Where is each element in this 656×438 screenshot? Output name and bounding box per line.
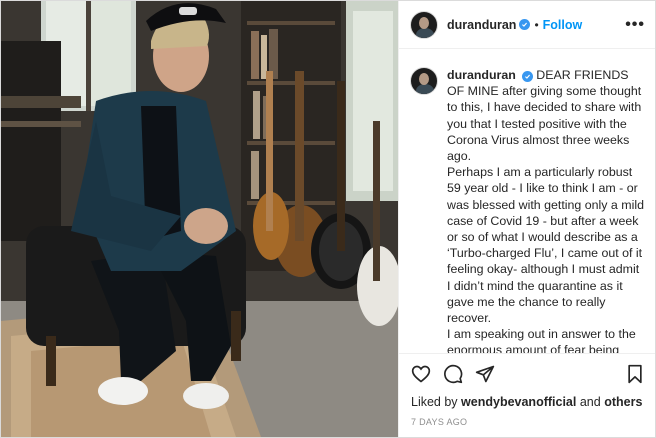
instagram-post: duranduran • Follow ••• duranduran DEAR … <box>0 0 656 438</box>
follow-button[interactable]: Follow <box>543 18 583 32</box>
heart-icon[interactable] <box>411 364 431 384</box>
post-timestamp[interactable]: 7 DAYS AGO <box>399 411 655 437</box>
share-icon[interactable] <box>475 364 495 384</box>
post-username[interactable]: duranduran <box>447 18 516 32</box>
caption-text: duranduran DEAR FRIENDS OF MINE after gi… <box>447 67 645 353</box>
separator-dot: • <box>534 17 539 32</box>
caption-row: duranduran DEAR FRIENDS OF MINE after gi… <box>410 67 645 353</box>
verified-badge-icon <box>522 71 534 82</box>
verified-badge-icon <box>519 19 531 30</box>
caption-body: DEAR FRIENDS OF MINE after giving some t… <box>447 68 644 353</box>
action-bar <box>399 353 655 393</box>
likes-line: Liked by wendybevanofficial and others <box>399 393 655 411</box>
caption-avatar[interactable] <box>410 67 438 95</box>
liked-by-user[interactable]: wendybevanofficial <box>461 395 576 409</box>
comment-icon[interactable] <box>443 364 463 384</box>
post-side-panel: duranduran • Follow ••• duranduran DEAR … <box>398 1 655 437</box>
likes-others-link[interactable]: others <box>604 395 642 409</box>
post-photo[interactable] <box>1 1 398 437</box>
bookmark-icon[interactable] <box>625 364 645 384</box>
avatar[interactable] <box>410 10 438 39</box>
likes-prefix: Liked by <box>411 395 458 409</box>
caption-area[interactable]: duranduran DEAR FRIENDS OF MINE after gi… <box>399 49 655 353</box>
caption-username[interactable]: duranduran <box>447 68 516 82</box>
likes-conjunction: and <box>579 395 601 409</box>
post-header: duranduran • Follow ••• <box>399 1 655 49</box>
more-options-icon[interactable]: ••• <box>625 16 645 34</box>
post-photo-illustration <box>1 1 398 437</box>
